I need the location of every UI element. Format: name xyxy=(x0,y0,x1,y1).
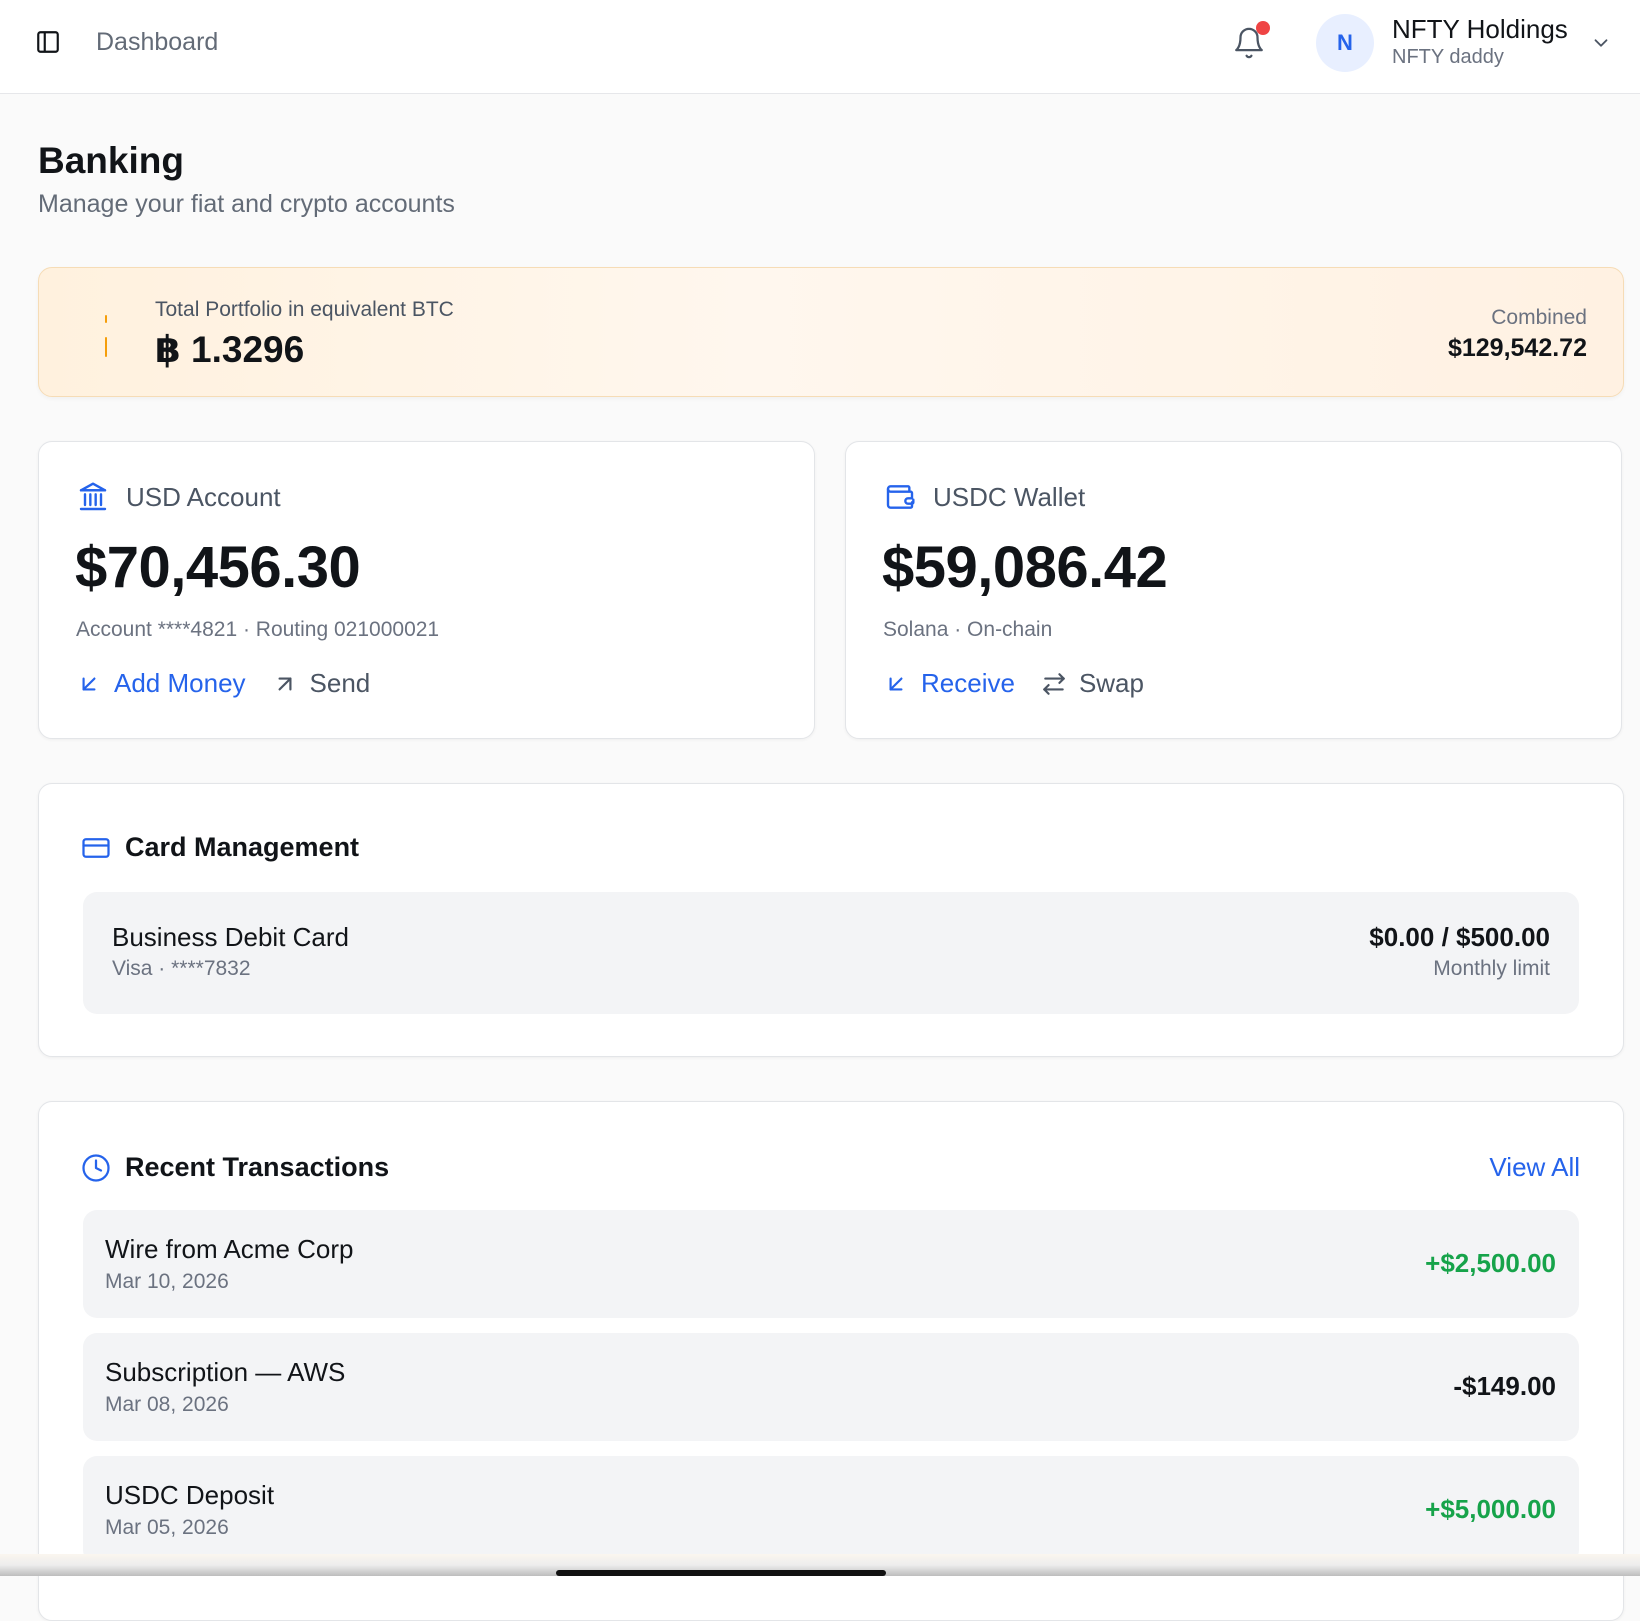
portfolio-summary: Total Portfolio in equivalent BTC ฿ 1.32… xyxy=(38,267,1624,397)
send-label: Send xyxy=(309,668,371,698)
page-title: Banking xyxy=(38,140,184,181)
usd-account-title: USD Account xyxy=(126,482,281,512)
card-name: Business Debit Card xyxy=(112,922,349,952)
transaction-date: Mar 05, 2026 xyxy=(105,1516,229,1539)
usd-account-actions: Add Money Send xyxy=(76,668,370,699)
clock-icon xyxy=(81,1153,111,1183)
transaction-date: Mar 10, 2026 xyxy=(105,1270,229,1293)
usdc-wallet-card: USDC Wallet $59,086.42 Solana · On-chain… xyxy=(845,441,1622,739)
card-limit-label: Monthly limit xyxy=(1433,957,1550,980)
top-bar: Dashboard N NFTY Holdings NFTY daddy xyxy=(0,0,1640,94)
receive-button[interactable]: Receive xyxy=(883,668,1015,699)
debit-card-item[interactable]: Business Debit Card Visa · ****7832 $0.0… xyxy=(83,892,1579,1014)
bank-icon xyxy=(77,480,109,514)
card-number: Visa · ****7832 xyxy=(112,957,251,980)
credit-card-icon xyxy=(81,833,111,863)
recent-transactions-title: Recent Transactions xyxy=(125,1152,390,1182)
notification-badge xyxy=(1256,21,1270,35)
transaction-row[interactable]: Subscription — AWS Mar 08, 2026 -$149.00 xyxy=(83,1333,1579,1441)
usdc-wallet-title: USDC Wallet xyxy=(933,482,1086,512)
usdc-wallet-balance: $59,086.42 xyxy=(882,535,1168,600)
usd-account-details: Account ****4821 · Routing 021000021 xyxy=(76,618,440,641)
add-money-label: Add Money xyxy=(114,668,246,698)
swap-button[interactable]: Swap xyxy=(1041,668,1144,699)
send-button[interactable]: Send xyxy=(272,668,371,699)
swap-label: Swap xyxy=(1078,668,1144,698)
transaction-name: Subscription — AWS xyxy=(105,1357,346,1387)
card-management-section: Card Management Business Debit Card Visa… xyxy=(38,783,1624,1057)
home-indicator xyxy=(556,1570,886,1576)
usdc-wallet-details: Solana · On-chain xyxy=(883,618,1053,641)
wallet-icon xyxy=(884,480,916,514)
arrow-down-left-icon xyxy=(889,677,903,690)
org-subtitle: NFTY daddy xyxy=(1392,46,1504,68)
view-all-link[interactable]: View All xyxy=(1489,1152,1580,1183)
portfolio-label: Total Portfolio in equivalent BTC xyxy=(155,298,454,321)
transaction-row[interactable]: USDC Deposit Mar 05, 2026 +$5,000.00 xyxy=(83,1456,1579,1564)
add-money-button[interactable]: Add Money xyxy=(76,668,246,699)
usd-account-card: USD Account $70,456.30 Account ****4821 … xyxy=(38,441,815,739)
usd-account-balance: $70,456.30 xyxy=(75,535,361,600)
card-management-title: Card Management xyxy=(125,832,360,862)
org-name[interactable]: NFTY Holdings xyxy=(1392,14,1568,45)
transaction-name: USDC Deposit xyxy=(105,1480,275,1510)
combined-value: $129,542.72 xyxy=(1447,334,1587,362)
breadcrumb[interactable]: Dashboard xyxy=(96,28,218,57)
transaction-date: Mar 08, 2026 xyxy=(105,1393,229,1416)
recent-transactions-section: Recent Transactions View All Wire from A… xyxy=(38,1101,1624,1621)
usdc-wallet-actions: Receive Swap xyxy=(883,668,1144,699)
chevron-down-icon[interactable] xyxy=(1590,32,1612,54)
page-subtitle: Manage your fiat and crypto accounts xyxy=(38,190,455,218)
transaction-row[interactable]: Wire from Acme Corp Mar 10, 2026 +$2,500… xyxy=(83,1210,1579,1318)
transaction-amount: +$2,500.00 xyxy=(1425,1248,1556,1278)
arrow-down-left-icon xyxy=(82,677,96,690)
avatar[interactable]: N xyxy=(1316,14,1374,72)
arrow-up-right-icon xyxy=(278,677,292,690)
receive-label: Receive xyxy=(921,668,1015,698)
card-limit: $0.00 / $500.00 xyxy=(1369,922,1550,952)
transaction-name: Wire from Acme Corp xyxy=(105,1234,354,1264)
transaction-amount: -$149.00 xyxy=(1453,1371,1556,1401)
combined-label: Combined xyxy=(1491,306,1587,329)
transaction-amount: +$5,000.00 xyxy=(1425,1494,1556,1524)
portfolio-btc-value: ฿ 1.3296 xyxy=(155,329,305,370)
sidebar-toggle-icon[interactable] xyxy=(34,28,62,56)
bitcoin-icon xyxy=(99,312,113,360)
swap-arrows-icon xyxy=(1043,672,1065,695)
